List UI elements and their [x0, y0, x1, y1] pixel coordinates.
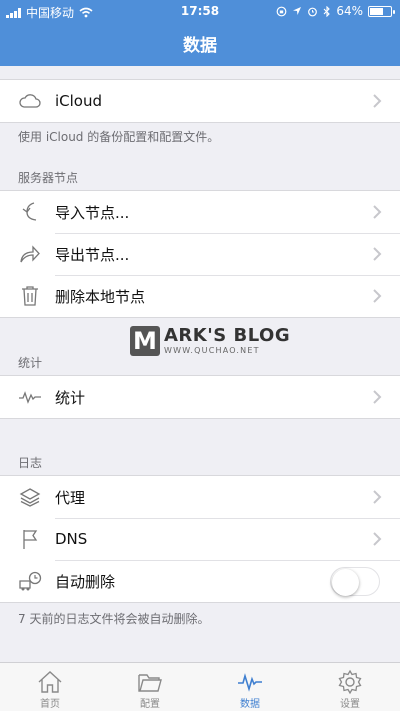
battery-percent: 64%	[336, 4, 363, 18]
tab-data-label: 数据	[240, 699, 260, 710]
battery-level	[370, 7, 383, 15]
icloud-row[interactable]: iCloud	[0, 80, 400, 122]
proxy-log-label: 代理	[55, 488, 86, 507]
log-group: 代理 DNS 自动删除	[0, 475, 400, 603]
tab-data[interactable]: 数据	[200, 663, 300, 711]
bluetooth-icon	[323, 5, 331, 17]
tab-config-label: 配置	[140, 699, 160, 710]
auto-delete-toggle[interactable]	[330, 567, 380, 596]
tab-home[interactable]: 首页	[0, 663, 100, 711]
lock-rotation-icon	[276, 6, 287, 16]
chevron-right-icon	[373, 532, 382, 546]
auto-delete-label: 自动删除	[55, 572, 116, 591]
alarm-icon	[308, 7, 318, 16]
trash-icon	[18, 285, 42, 307]
server-group: 导入节点... 导出节点... 删除本地节点	[0, 190, 400, 318]
icloud-label: iCloud	[55, 92, 103, 110]
export-nodes-row[interactable]: 导出节点...	[0, 233, 400, 275]
chevron-right-icon	[373, 247, 382, 261]
gear-icon	[336, 669, 364, 695]
dns-log-label: DNS	[55, 530, 88, 548]
stats-group: 统计	[0, 375, 400, 419]
import-nodes-label: 导入节点...	[55, 203, 130, 222]
tab-settings[interactable]: 设置	[300, 663, 400, 711]
chevron-right-icon	[373, 94, 382, 108]
watermark-logo: M	[130, 326, 160, 356]
tab-home-label: 首页	[40, 699, 60, 710]
icloud-group: iCloud	[0, 79, 400, 123]
tab-bar: 首页 配置 数据 设置	[0, 662, 400, 711]
export-icon	[18, 243, 42, 265]
stats-section-header: 统计	[18, 356, 43, 370]
stats-row[interactable]: 统计	[0, 376, 400, 418]
layers-icon	[18, 486, 42, 508]
import-nodes-row[interactable]: 导入节点...	[0, 191, 400, 233]
export-nodes-label: 导出节点...	[55, 245, 130, 264]
watermark-url: WWW.QUCHAO.NET	[164, 346, 260, 355]
tab-config[interactable]: 配置	[100, 663, 200, 711]
toggle-knob	[332, 569, 359, 596]
battery-icon	[368, 5, 395, 17]
location-icon	[293, 7, 302, 15]
chevron-right-icon	[373, 490, 382, 504]
auto-delete-row: 自动删除	[0, 560, 400, 602]
auto-delete-icon	[18, 570, 42, 592]
log-section-header: 日志	[18, 456, 43, 470]
home-icon	[36, 669, 64, 695]
dns-log-row[interactable]: DNS	[0, 518, 400, 560]
page-title: 数据	[183, 36, 217, 56]
log-footer: 7 天前的日志文件将会被自动删除。	[18, 612, 210, 626]
pulse-icon	[236, 669, 264, 695]
status-bar: 中国移动 17:58 64%	[0, 0, 400, 22]
chevron-right-icon	[373, 205, 382, 219]
stats-label: 统计	[55, 388, 86, 407]
pulse-icon	[18, 386, 42, 408]
server-section-header: 服务器节点	[18, 171, 79, 185]
flag-icon	[18, 528, 42, 550]
chevron-right-icon	[373, 289, 382, 303]
import-icon	[18, 201, 42, 223]
tab-settings-label: 设置	[340, 699, 360, 710]
delete-local-nodes-label: 删除本地节点	[55, 287, 146, 306]
chevron-right-icon	[373, 390, 382, 404]
watermark-text: ARK'S BLOG	[164, 325, 291, 346]
blog-watermark: M ARK'S BLOG WWW.QUCHAO.NET	[130, 326, 290, 356]
icloud-footer: 使用 iCloud 的备份配置和配置文件。	[18, 130, 220, 144]
cloud-icon	[18, 90, 42, 112]
navigation-bar: 中国移动 17:58 64% 数据	[0, 0, 400, 66]
proxy-log-row[interactable]: 代理	[0, 476, 400, 518]
delete-local-nodes-row[interactable]: 删除本地节点	[0, 275, 400, 317]
folder-icon	[136, 669, 164, 695]
